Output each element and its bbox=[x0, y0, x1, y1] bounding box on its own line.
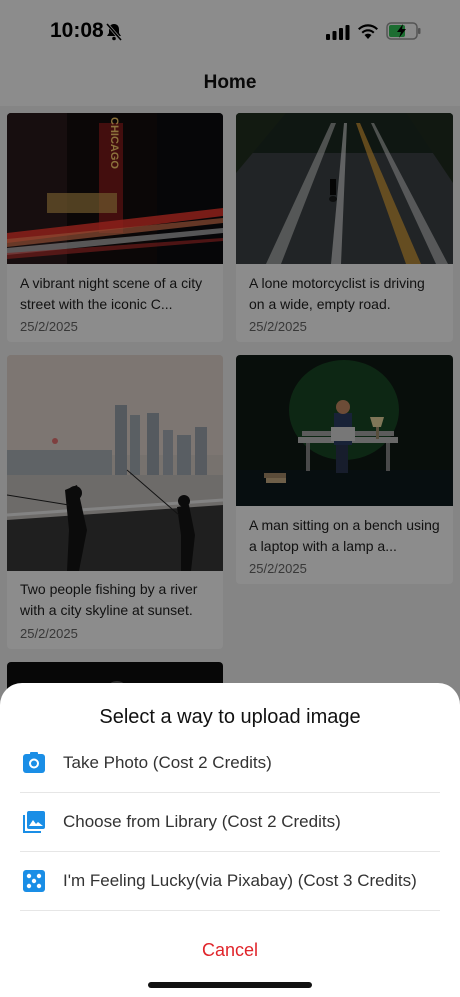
sheet-title: Select a way to upload image bbox=[99, 706, 361, 728]
home-indicator[interactable] bbox=[148, 982, 312, 988]
option-label: Choose from Library (Cost 2 Credits) bbox=[63, 812, 341, 831]
cancel-button[interactable]: Cancel bbox=[0, 940, 460, 961]
home-screen: 10:08 Home CHICAGO A vibrant night scene… bbox=[0, 0, 460, 997]
dice-icon bbox=[23, 870, 45, 892]
choose-from-library-option[interactable]: Choose from Library (Cost 2 Credits) bbox=[20, 793, 440, 852]
take-photo-option[interactable]: Take Photo (Cost 2 Credits) bbox=[20, 734, 440, 793]
feeling-lucky-option[interactable]: I'm Feeling Lucky(via Pixabay) (Cost 3 C… bbox=[20, 852, 440, 911]
upload-action-sheet: Select a way to upload image Take Photo … bbox=[0, 683, 460, 997]
option-label: Take Photo (Cost 2 Credits) bbox=[63, 753, 272, 772]
camera-icon bbox=[23, 752, 45, 773]
option-label: I'm Feeling Lucky(via Pixabay) (Cost 3 C… bbox=[63, 871, 417, 890]
photo-library-icon bbox=[23, 811, 45, 833]
